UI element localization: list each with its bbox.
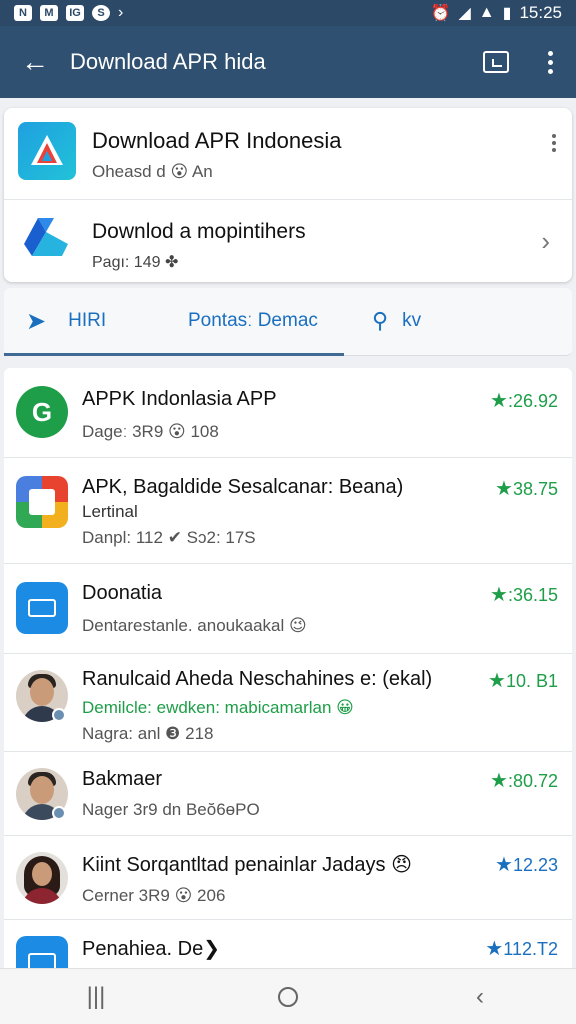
tab-hiri[interactable]: ➤ HIRI [26,288,106,354]
app-blue-icon [16,936,68,968]
item-line2: Lertinal [82,502,138,521]
item-title: Doonatia [82,582,163,604]
clock: 15:25 [519,3,562,22]
download-subtitle: Pagı: 149 ✤ [92,254,179,271]
download-row[interactable]: Downlod a mopintihers Pagı: 149 ✤ › [4,200,572,282]
item-subtitle: Demilcle: ewdken: mabicamarlan 😀 [82,698,354,717]
item-subtitle: Nager 3r9 dn Beŏ6ɵPO [82,800,260,819]
star-icon: ★ [490,584,508,606]
list-item[interactable]: APK, Bagaldide Sesalcanar: Beana) Lertin… [4,458,572,564]
drive-triangle-icon [24,218,68,256]
item-title: APK, Bagaldide Sesalcanar: Beana) [82,476,404,498]
item-subtitle: Dageː 3R9 😮 108 [82,422,219,441]
tab-bar: ➤ HIRI Pontasː Demac ⚲ kv [4,288,572,356]
page-title: Download APR hida [70,49,266,74]
list-item[interactable]: G APPK Indonlasia APP Dageː 3R9 😮 108 ★:… [4,368,572,458]
wifi-icon: ◢ [458,5,471,22]
tab-label: HIRI [68,310,107,331]
item-rating: ★12.23 [495,852,558,877]
item-title: Bakmaer [82,768,163,790]
back-nav-button[interactable]: ‹ [384,969,576,1024]
app-colorful-icon [16,476,68,528]
item-title: Ranulcaid Aheda Neschahines e: (ekal) [82,668,433,690]
item-subtitle: Cerner 3R9 😮 206 [82,886,226,905]
active-tab-indicator [4,353,344,356]
tab-label: kv [402,310,422,331]
download-title: Downlod a mopintihers [92,220,306,243]
rating-value: 112.T2 [503,939,558,959]
home-icon [278,986,298,1007]
item-meta: Nagra: anl ❸ 218 [82,724,214,743]
recent-apps-button[interactable]: ||| [0,969,192,1024]
rating-value: 12.23 [512,855,558,875]
app-blue-icon [16,582,68,634]
star-icon: ★ [488,670,506,692]
item-subtitle: Danpl: 112 ✔ Sɔ2: 17S [82,528,256,547]
system-nav-bar: ||| ‹ [0,968,576,1024]
signal-icon: ▲ [478,4,495,21]
list-item[interactable]: Bakmaer Nager 3r9 dn Beŏ6ɵPO ★:80.72 [4,752,572,836]
card-more-icon[interactable] [552,134,556,152]
header-card: Download APR Indonesia Oheasd d 😮 An Dow… [4,108,572,282]
app-list: G APPK Indonlasia APP Dageː 3R9 😮 108 ★:… [4,368,572,968]
rating-value: 10. B1 [505,671,558,691]
small-dot-icon: › [118,4,124,21]
item-rating: ★:80.72 [490,768,558,793]
home-button[interactable] [192,969,384,1024]
star-icon: ★ [490,770,508,792]
search-icon: ⚲ [372,308,389,333]
item-rating: ★10. B1 [488,668,558,693]
back-arrow-icon[interactable]: ← [0,26,70,98]
app-name: Download APR Indonesia [92,128,342,153]
item-title: Kiint Sorqantltad penainlar Jadays 😠 [82,854,412,876]
rating-value: :80.72 [507,771,558,791]
star-icon: ★ [495,854,513,876]
verified-badge-icon [52,806,66,820]
chevron-right-icon: › [541,226,550,256]
alarm-icon: ⏰ [430,5,451,22]
list-item[interactable]: Kiint Sorqantltad penainlar Jadays 😠 Cer… [4,836,572,920]
notification-icon-n: N [14,5,32,21]
item-rating: ★:36.15 [490,582,558,607]
item-rating: ★112.T2 [485,936,558,961]
list-item[interactable]: Doonatia Dentarestanle. anoukaakal 😉 ★:3… [4,564,572,654]
item-rating: ★:26.92 [490,388,558,413]
item-title: APPK Indonlasia APP [82,388,277,410]
item-subtitle: Dentarestanle. anoukaakal 😉 [82,616,307,635]
star-icon: ★ [495,478,513,500]
list-item[interactable]: Penahiea. De❯ ★112.T2 [4,920,572,968]
app-subtitle: Oheasd d 😮 An [92,162,213,181]
notification-icon-ig: IG [66,5,84,21]
tab-search[interactable]: ⚲ kv [372,288,421,354]
star-icon: ★ [490,390,508,412]
item-rating: ★38.75 [495,476,558,501]
cast-icon [483,51,509,73]
app-bar: ← Download APR hida [0,26,576,98]
cast-button[interactable] [468,26,524,98]
rating-value: :26.92 [507,391,558,411]
send-icon: ➤ [26,307,47,335]
tab-pontas[interactable]: Pontasː Demac [188,288,318,354]
verified-badge-icon [52,708,66,722]
rating-value: 38.75 [512,479,558,499]
app-info-row[interactable]: Download APR Indonesia Oheasd d 😮 An [4,108,572,200]
item-title: Penahiea. De❯ [82,938,220,960]
status-bar: N M IG S › ⏰ ◢ ▲ ▮ 15:25 [0,0,576,26]
tab-label: Pontasː Demac [188,310,318,331]
app-g-icon: G [16,386,68,438]
app-logo-icon [18,122,76,180]
star-icon: ★ [485,938,504,960]
avatar [16,852,68,904]
battery-icon: ▮ [502,5,512,22]
rating-value: :36.15 [507,585,558,605]
overflow-menu-button[interactable] [524,26,576,98]
list-item[interactable]: Ranulcaid Aheda Neschahines e: (ekal) De… [4,654,572,752]
notification-icon-m: M [40,5,58,21]
notification-icon-s: S [92,5,110,21]
